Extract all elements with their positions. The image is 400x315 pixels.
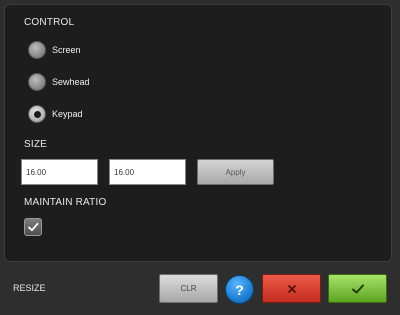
apply-button[interactable]: Apply xyxy=(197,159,274,185)
radio-sewhead-label: Sewhead xyxy=(52,77,90,87)
control-section-header: CONTROL xyxy=(24,17,74,28)
clear-button-label: CLR xyxy=(180,284,197,293)
checkmark-icon xyxy=(28,222,39,232)
maintain-ratio-section-title: MAINTAIN RATIO xyxy=(24,197,107,208)
dialog-title: RESIZE xyxy=(13,283,46,293)
maintain-ratio-checkbox[interactable] xyxy=(24,218,42,236)
radio-screen[interactable]: Screen xyxy=(28,41,81,59)
radio-keypad-label: Keypad xyxy=(52,109,83,119)
ok-button[interactable] xyxy=(328,274,387,303)
clear-button[interactable]: CLR xyxy=(159,274,218,303)
radio-screen-label: Screen xyxy=(52,45,81,55)
help-button[interactable]: ? xyxy=(225,275,254,304)
height-field[interactable] xyxy=(109,159,186,185)
resize-dialog-panel: CONTROL Screen Sewhead Keypad SIZE MAINT… xyxy=(4,4,392,262)
control-section-title: CONTROL xyxy=(24,17,75,28)
x-icon xyxy=(287,284,296,293)
radio-dot-icon xyxy=(33,110,41,118)
check-icon xyxy=(351,284,364,293)
radio-sewhead[interactable]: Sewhead xyxy=(28,73,90,91)
radio-button-icon xyxy=(28,73,46,91)
radio-button-selected-icon xyxy=(28,105,46,123)
cancel-button[interactable] xyxy=(262,274,321,303)
apply-button-label: Apply xyxy=(225,167,246,177)
maintain-ratio-section-header: MAINTAIN RATIO xyxy=(24,197,106,208)
width-field[interactable] xyxy=(21,159,98,185)
radio-keypad[interactable]: Keypad xyxy=(28,105,83,123)
question-mark-icon: ? xyxy=(235,281,244,298)
radio-button-icon xyxy=(28,41,46,59)
size-section-header: SIZE xyxy=(24,139,47,150)
size-section-title: SIZE xyxy=(24,139,48,150)
